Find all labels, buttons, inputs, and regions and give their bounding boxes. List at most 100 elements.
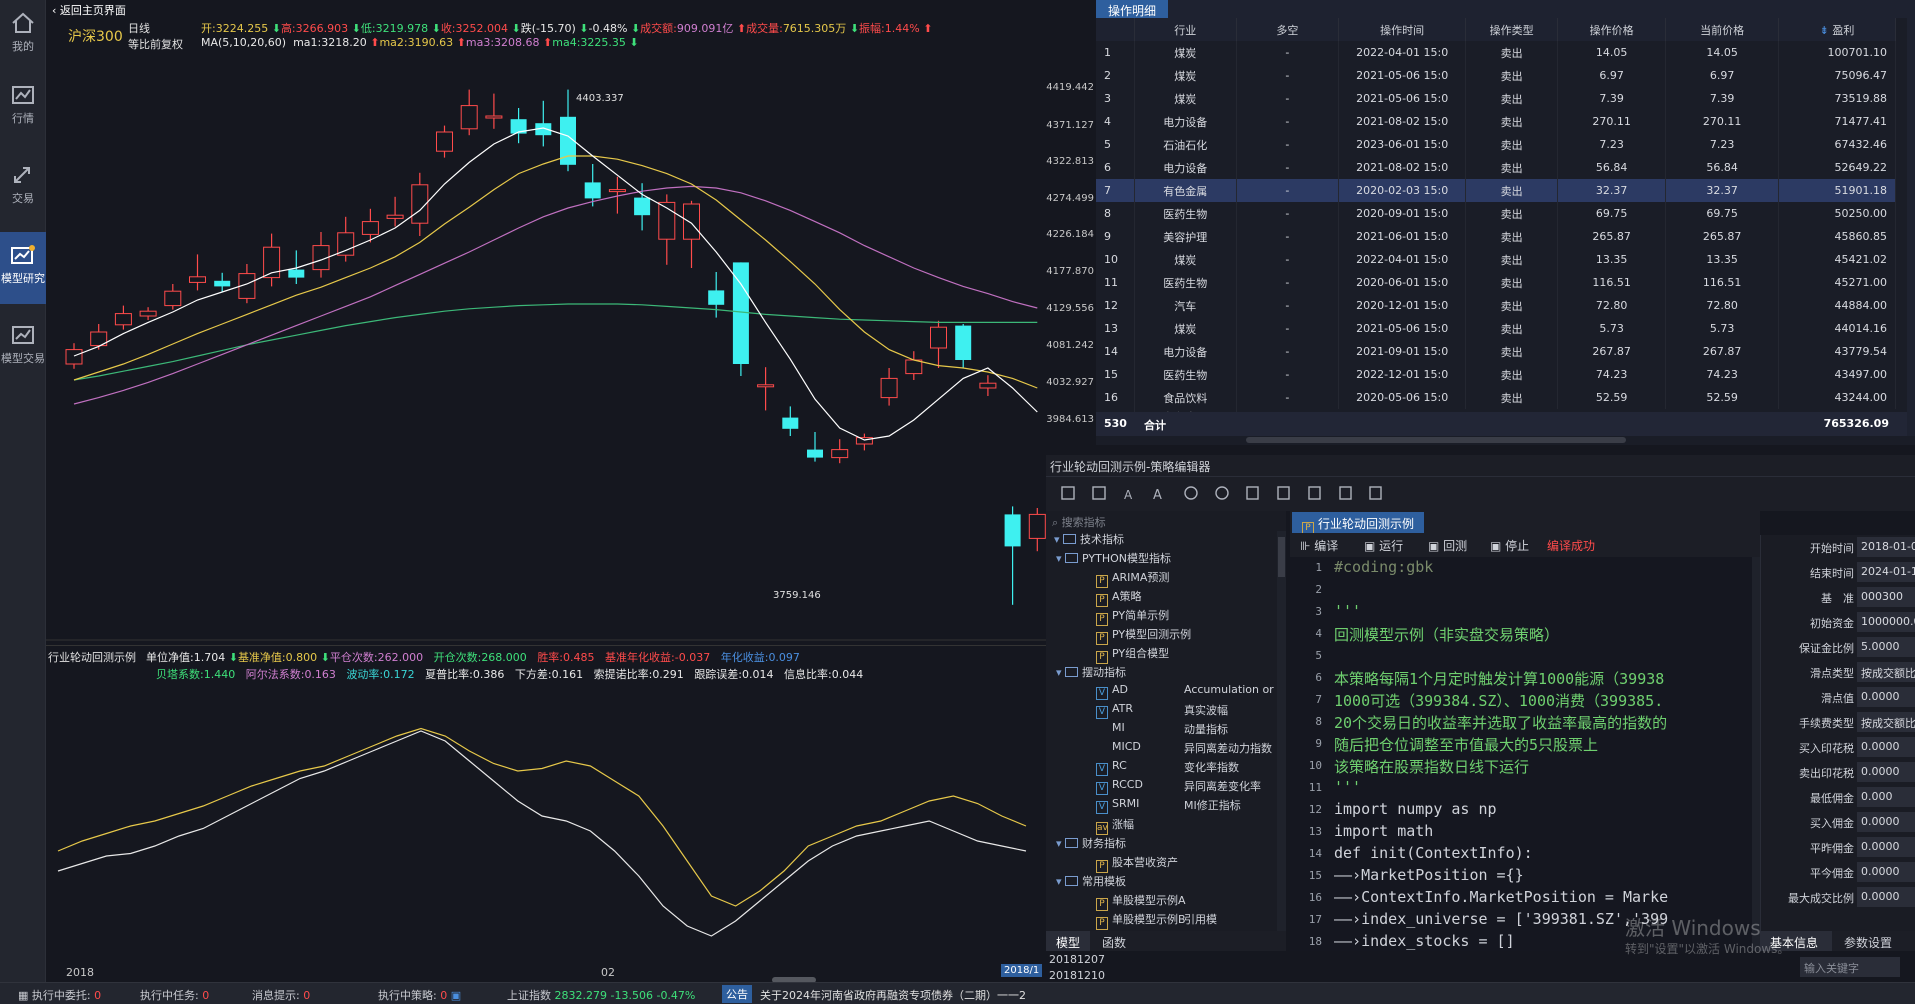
param-value-input[interactable]: 0.0000 (1857, 687, 1915, 707)
table-row[interactable]: 8 医药生物 -2020-09-01 15:0 卖出 69.75 69.75 50250.0… (1096, 202, 1896, 225)
table-row[interactable]: 3 煤炭 -2021-05-06 15:0 卖出 7.39 7.39 73519.88 (1096, 87, 1896, 110)
code-line[interactable]: 16 ——›ContextInfo.MarketPosition = Marke (1290, 887, 1760, 909)
file-tab[interactable]: P 行业轮动回测示例 (1292, 512, 1425, 535)
hscroll-thumb[interactable] (1246, 437, 1626, 443)
tree-item[interactable]: MI 动量指标 (1046, 721, 1285, 740)
code-vscroll[interactable] (1752, 557, 1760, 951)
tree-item[interactable]: P PY组合模型 (1046, 645, 1285, 664)
tree-scroll-thumb[interactable] (1278, 537, 1285, 577)
param-value-input[interactable]: 2018-01-01 (1857, 537, 1915, 557)
param-value-input[interactable]: 0.0000 (1857, 862, 1915, 882)
code-line[interactable]: 9 随后把仓位调整至市值最大的5只股票上 (1290, 733, 1760, 755)
col-header[interactable]: 多空 (1236, 18, 1339, 41)
tree-item[interactable]: ▾ 常用模板 (1046, 873, 1285, 892)
sidebar-item-mine[interactable]: 我的 (0, 0, 46, 72)
status-msg[interactable]: 消息提示: 0 (252, 987, 310, 1003)
code-editor[interactable]: 1 #coding:gbk 2 3 ''' 4 回测模型示例（非实盘交易策略） 5 6 本策略每隔… (1290, 557, 1760, 951)
notice-tag[interactable]: 公告 (722, 985, 752, 1003)
table-row[interactable]: 15 医药生物 -2022-12-01 15:0 卖出 74.23 74.23 43497.… (1096, 363, 1896, 386)
sidebar-item-model-research[interactable]: 模型研究 (0, 232, 46, 304)
table-row[interactable]: 6 电力设备 -2021-08-02 15:0 卖出 56.84 56.84 52649.2… (1096, 156, 1896, 179)
run-button[interactable]: ▣ 运行 (1364, 537, 1403, 554)
table-row[interactable]: 12 汽车 -2020-12-01 15:0 卖出 72.80 72.80 44884.00 (1096, 294, 1896, 317)
tree-item[interactable]: V RC 变化率指数 (1046, 759, 1285, 778)
code-line[interactable]: 13 import math (1290, 821, 1760, 843)
table-row[interactable]: 11 医药生物 -2020-06-01 15:0 卖出 116.51 116.51 4527… (1096, 271, 1896, 294)
code-line[interactable]: 11 ''' (1290, 777, 1760, 799)
table-row[interactable]: 5 石油石化 -2023-06-01 15:0 卖出 7.23 7.23 67432.46 (1096, 133, 1896, 156)
tree-item[interactable]: V AD Accumulation or (1046, 683, 1285, 702)
param-value-input[interactable]: 按成交额比 (1857, 712, 1915, 732)
code-line[interactable]: 12 import numpy as np (1290, 799, 1760, 821)
stop-button[interactable]: ▣ 停止 (1490, 537, 1529, 554)
col-header-profit[interactable]: ⇟ 盈利 (1778, 18, 1896, 41)
col-header[interactable]: 操作时间 (1338, 18, 1467, 41)
tree-item[interactable]: MICD 异同离差动力指数 (1046, 740, 1285, 759)
table-row[interactable]: 9 美容护理 -2021-06-01 15:0 卖出 265.87 265.87 45860… (1096, 225, 1896, 248)
code-line[interactable]: 3 ''' (1290, 601, 1760, 623)
params-search-input[interactable]: 输入关键字 (1800, 957, 1900, 977)
code-line[interactable]: 15 ——›MarketPosition ={} (1290, 865, 1760, 887)
col-header[interactable]: 操作价格 (1557, 18, 1667, 41)
param-value-input[interactable]: 0.0000 (1857, 737, 1915, 757)
param-value-input[interactable]: 按成交额比 (1857, 662, 1915, 682)
sidebar-item-market[interactable]: 行情 (0, 72, 46, 144)
table-row[interactable]: 7 有色金属 -2020-02-03 15:0 卖出 32.37 32.37 51901.1… (1096, 179, 1896, 202)
table-row[interactable]: 4 电力设备 -2021-08-02 15:0 卖出 270.11 270.11 71477… (1096, 110, 1896, 133)
table-row[interactable]: 13 煤炭 -2021-05-06 15:0 卖出 5.73 5.73 44014.16 (1096, 317, 1896, 340)
param-value-input[interactable]: 0.0000 (1857, 837, 1915, 857)
param-value-input[interactable]: 1000000.00 (1857, 612, 1915, 632)
param-value-input[interactable]: 000300 (1857, 587, 1915, 607)
status-exec-strategy[interactable]: 执行中策略: 0 ▣ (378, 987, 461, 1003)
tab-param-settings[interactable]: 参数设置 (1838, 931, 1898, 951)
param-value-input[interactable]: 5.0000 (1857, 637, 1915, 657)
tree-item[interactable]: P PY模型回测示例 (1046, 626, 1285, 645)
status-exec-delegate[interactable]: ▦ 执行中委托: 0 (18, 987, 101, 1003)
tree-item[interactable]: P PY简单示例 (1046, 607, 1285, 626)
col-header[interactable] (1096, 18, 1135, 41)
param-value-input[interactable]: 0.0000 (1857, 812, 1915, 832)
table-vscroll[interactable] (1907, 18, 1915, 436)
index-ticker[interactable]: 上证指数 2832.279 -13.506 -0.47% (507, 987, 695, 1003)
code-line[interactable]: 2 (1290, 579, 1760, 601)
tree-item[interactable]: ▾ 财务指标 (1046, 835, 1285, 854)
kline-chart-panel[interactable]: ‹ 返回主页界面 沪深300 日线 等比前复权 开:3224.255 ⬇高:32… (46, 0, 1046, 645)
tree-item[interactable]: ▾ 技术指标 (1046, 531, 1285, 550)
param-value-input[interactable]: 0.0000 (1857, 762, 1915, 782)
tree-item[interactable]: P A策略 (1046, 588, 1285, 607)
code-line[interactable]: 10 该策略在股票指数日线下运行 (1290, 755, 1760, 777)
code-line[interactable]: 8 20个交易日的收益率并选取了收益率最高的指数的 (1290, 711, 1760, 733)
tab-trade-details[interactable]: 操作明细 (1096, 0, 1169, 18)
table-hscroll[interactable] (1096, 436, 1911, 444)
tree-item[interactable]: av 涨幅 (1046, 816, 1285, 835)
table-row[interactable]: 2 煤炭 -2021-05-06 15:0 卖出 6.97 6.97 75096.47 (1096, 64, 1896, 87)
indicator-search-input[interactable]: ⌕ 搜索指标 (1046, 511, 1286, 531)
code-line[interactable]: 14 def init(ContextInfo): (1290, 843, 1760, 865)
sidebar-item-model-trade[interactable]: 模型交易 (0, 312, 46, 384)
col-header[interactable]: 行业 (1134, 18, 1237, 41)
code-line[interactable]: 1 #coding:gbk (1290, 557, 1760, 579)
code-line[interactable]: 4 回测模型示例（非实盘交易策略） (1290, 623, 1760, 645)
param-value-input[interactable]: 2024-01-19 (1857, 562, 1915, 582)
tree-item[interactable]: P 单股模型示例A (1046, 892, 1285, 911)
col-header[interactable]: 当前价格 (1665, 18, 1780, 41)
tree-scrollbar[interactable] (1277, 531, 1286, 931)
tab-function[interactable]: 函数 (1092, 931, 1136, 951)
tree-item[interactable]: P 股本营收资产 (1046, 854, 1285, 873)
notice-text[interactable]: 关于2024年河南省政府再融资专项债券（二期）一一2 (760, 987, 1026, 1003)
tree-item[interactable]: ▾ PYTHON模型指标 (1046, 550, 1285, 569)
tree-item[interactable]: V ATR 真实波幅 (1046, 702, 1285, 721)
code-line[interactable]: 5 (1290, 645, 1760, 667)
code-line[interactable]: 7 1000可选（399384.SZ）、1000消费（399385. (1290, 689, 1760, 711)
tab-model[interactable]: 模型 (1046, 931, 1090, 951)
table-row[interactable]: 16 食品饮料 -2020-05-06 15:0 卖出 52.59 52.59 43244.… (1096, 386, 1896, 409)
code-line[interactable]: 6 本策略每隔1个月定时触发计算1000能源（39938 (1290, 667, 1760, 689)
param-value-input[interactable]: 0.0000 (1857, 887, 1915, 907)
sidebar-item-trade[interactable]: 交易 (0, 152, 46, 224)
status-exec-task[interactable]: 执行中任务: 0 (140, 987, 209, 1003)
col-header[interactable]: 操作类型 (1465, 18, 1558, 41)
tree-item[interactable]: P 单股模型示例B 引用模 (1046, 911, 1285, 930)
backtest-button[interactable]: ▣ 回测 (1428, 537, 1467, 554)
tree-item[interactable]: V SRMI MI修正指标 (1046, 797, 1285, 816)
table-row[interactable]: 14 电力设备 -2021-09-01 15:0 卖出 267.87 267.87 4377… (1096, 340, 1896, 363)
